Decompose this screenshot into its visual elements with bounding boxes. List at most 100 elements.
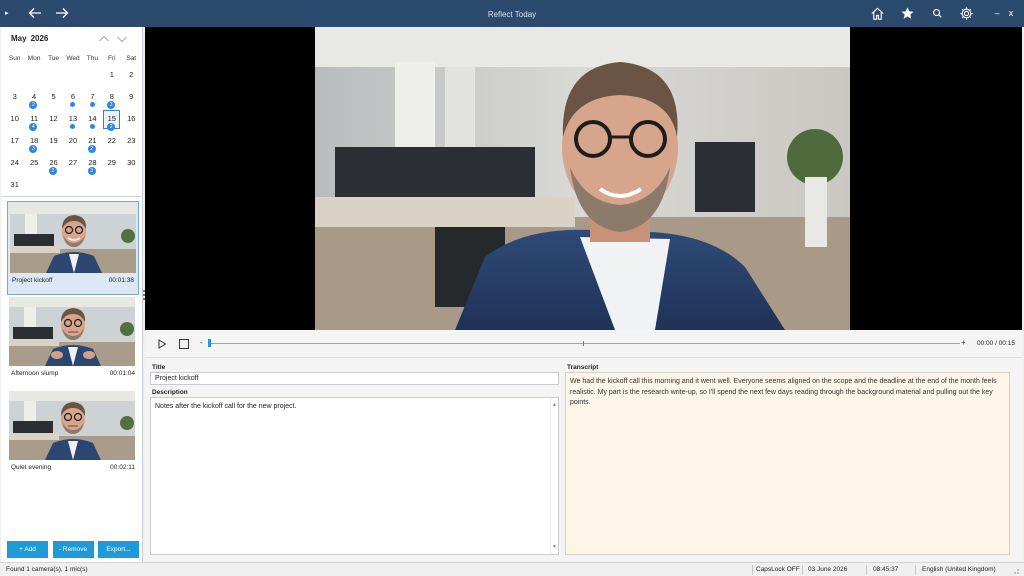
calendar-day[interactable]: 27 — [63, 153, 82, 175]
seek-thumb[interactable] — [208, 339, 211, 347]
day-number: 11 — [30, 114, 39, 123]
calendar-day[interactable]: 18 3 — [24, 131, 43, 153]
weekday-header-row: Sun Mon Tue Wed Thu Fri Sat — [5, 53, 141, 65]
calendar-day[interactable]: 2 — [122, 65, 141, 87]
description-scrollbar[interactable]: ▲ ▼ — [550, 398, 558, 554]
recording-thumbnail — [9, 297, 135, 366]
recording-item[interactable]: Project kickoff 00:01:38 — [7, 201, 139, 295]
star-icon[interactable] — [897, 4, 917, 22]
calendar-day[interactable]: 16 — [122, 109, 141, 131]
recording-list: Project kickoff 00:01:38 Afternoon slump 00… — [7, 201, 139, 483]
calendar-day — [83, 65, 102, 87]
weekday-label: Fri — [108, 55, 116, 62]
add-button[interactable]: + Add — [7, 541, 48, 558]
recording-dot — [70, 102, 76, 107]
title-field[interactable]: Project kickoff — [150, 372, 559, 385]
calendar-day[interactable]: 12 — [44, 109, 63, 131]
calendar-day[interactable]: 28 3 — [83, 153, 102, 175]
calendar-day[interactable]: 22 — [102, 131, 121, 153]
chevron-up-icon[interactable] — [98, 34, 110, 44]
playback-time: 00:00 / 00:15 — [977, 340, 1015, 347]
chevron-down-icon[interactable] — [116, 34, 128, 44]
system-menu-icon[interactable]: ▸ — [5, 9, 9, 17]
status-date: 03 June 2026 — [808, 566, 848, 573]
calendar-day[interactable]: 3 — [5, 87, 24, 109]
calendar-day[interactable]: 14 — [83, 109, 102, 131]
minimize-button[interactable]: – — [992, 7, 1002, 19]
calendar-day[interactable]: 17 — [5, 131, 24, 153]
calendar-month: May — [11, 34, 27, 43]
calendar-day[interactable]: 1 — [102, 65, 121, 87]
gear-icon[interactable] — [956, 4, 976, 22]
calendar-day[interactable]: 19 — [44, 131, 63, 153]
calendar-day[interactable]: 6 — [63, 87, 82, 109]
calendar-day[interactable]: 29 — [102, 153, 121, 175]
calendar-day[interactable]: 9 — [122, 87, 141, 109]
day-number: 16 — [127, 114, 136, 123]
calendar-day[interactable]: 26 2 — [44, 153, 63, 175]
day-number: 12 — [49, 114, 58, 123]
calendar-day[interactable]: 20 — [63, 131, 82, 153]
calendar-day[interactable]: 11 4 — [24, 109, 43, 131]
calendar-day[interactable]: 7 — [83, 87, 102, 109]
day-number: 27 — [68, 158, 78, 167]
description-label: Description — [152, 389, 188, 396]
seek-track[interactable] — [208, 343, 960, 344]
recording-item[interactable]: Quiet evening 00:02:11 — [7, 389, 139, 483]
scroll-down-icon[interactable]: ▼ — [552, 542, 557, 552]
close-button[interactable]: x — [1006, 7, 1016, 19]
day-number: 3 — [12, 92, 17, 101]
forward-arrow-icon[interactable] — [52, 3, 72, 23]
export-button[interactable]: Export... — [98, 541, 139, 558]
calendar-week-row: 10 11 4 12 13 14 15 2 16 — [5, 109, 141, 131]
resize-grip-icon[interactable] — [1012, 567, 1020, 575]
calendar-day[interactable]: 24 — [5, 153, 24, 175]
recording-count-badge: 2 — [48, 167, 57, 175]
calendar-day[interactable]: 10 — [5, 109, 24, 131]
search-icon[interactable] — [927, 4, 947, 22]
transcript-field[interactable]: We had the kickoff call this morning and… — [565, 372, 1010, 555]
calendar-day[interactable]: 21 2 — [83, 131, 102, 153]
weekday-label: Wed — [66, 55, 80, 62]
calendar-day[interactable]: 83 — [102, 87, 121, 109]
calendar-day[interactable]: 30 — [122, 153, 141, 175]
calendar-day[interactable]: 13 — [63, 109, 82, 131]
scroll-up-icon[interactable]: ▲ — [552, 400, 557, 410]
calendar-day[interactable]: 25 — [24, 153, 43, 175]
calendar-day — [5, 65, 24, 87]
stop-button[interactable] — [179, 339, 189, 349]
day-number: 7 — [90, 92, 95, 101]
status-time: 08:45:37 — [873, 566, 899, 573]
description-field[interactable]: Notes after the kickoff call for the new… — [150, 397, 559, 555]
play-button[interactable] — [157, 339, 167, 349]
calendar-day[interactable]: 23 — [122, 131, 141, 153]
capslock-status: CapsLock OFF — [756, 566, 800, 573]
day-number: 1 — [109, 70, 114, 79]
recording-dot — [89, 102, 95, 107]
recording-duration: 00:01:04 — [109, 370, 135, 377]
day-number: 13 — [68, 114, 78, 123]
step-back-button[interactable]: - — [200, 338, 203, 347]
recording-dot — [70, 124, 76, 129]
day-number: 21 — [88, 136, 97, 145]
calendar-day[interactable]: 31 — [5, 175, 24, 197]
day-number: 18 — [29, 136, 39, 145]
day-number: 14 — [88, 114, 97, 123]
calendar-day[interactable]: 5 — [44, 87, 63, 109]
calendar-week-row: 17 18 3 19 20 21 2 22 23 — [5, 131, 141, 153]
calendar-week-row: 12 — [5, 65, 141, 87]
recording-item[interactable]: Afternoon slump 00:01:04 — [7, 295, 139, 389]
home-icon[interactable] — [867, 4, 887, 22]
day-number: 31 — [10, 180, 19, 189]
details-panel: Title Project kickoff Description Notes … — [145, 358, 1022, 561]
calendar-day[interactable]: 42 — [24, 87, 43, 109]
calendar-day-selected[interactable]: 15 2 — [102, 109, 121, 131]
recording-count-badge: 3 — [107, 101, 116, 109]
day-number: 22 — [107, 136, 116, 145]
day-number: 23 — [127, 136, 136, 145]
status-language: English (United Kingdom) — [922, 566, 996, 573]
remove-button[interactable]: - Remove — [52, 541, 94, 558]
back-arrow-icon[interactable] — [25, 3, 45, 23]
step-forward-button[interactable]: + — [961, 338, 966, 347]
video-frame[interactable] — [315, 27, 850, 330]
